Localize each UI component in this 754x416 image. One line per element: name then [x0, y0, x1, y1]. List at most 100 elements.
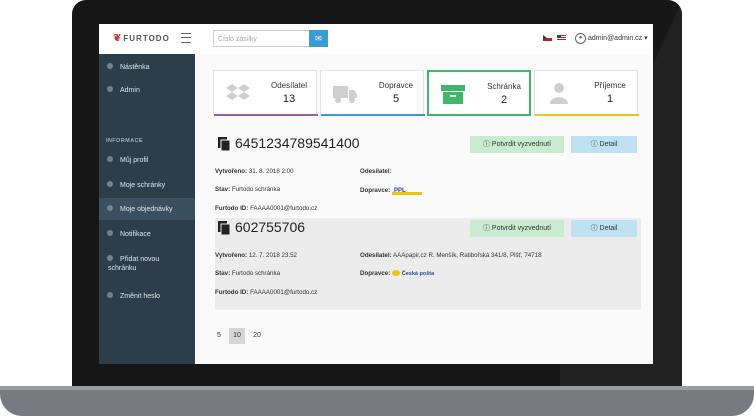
sidebar-item-label: Moje schránky: [120, 182, 166, 189]
sidebar-item-label: Přidat novou schránku: [108, 256, 160, 272]
page-size-10[interactable]: 10: [229, 328, 245, 344]
orders-icon: [107, 205, 113, 211]
package-id: 6451234789541400: [235, 135, 360, 151]
box-icon: [441, 85, 465, 104]
search-input[interactable]: Číslo zásilky: [213, 30, 309, 47]
ceska-posta-logo: Česká pošta: [392, 270, 434, 277]
card-count: 2: [500, 94, 508, 106]
lock-icon: [107, 292, 113, 298]
truck-icon: [333, 86, 357, 103]
card-accent-bar: [214, 114, 318, 116]
profile-icon: [107, 156, 113, 162]
confirm-pickup-button[interactable]: ⓘ Potvrdit vyzvednutí: [470, 136, 564, 153]
sidebar-item-objednavky[interactable]: Moje objednávky: [99, 198, 195, 220]
field-label: Vytvořeno:: [215, 168, 248, 175]
card-count: 5: [392, 93, 400, 105]
envelope-icon: ✉: [315, 34, 322, 43]
field-label: Furtodo ID:: [215, 289, 249, 296]
info-circle-icon: ⓘ: [590, 225, 598, 232]
top-bar: ❦FURTODO Číslo zásilky ✉ ● admin@admin.c…: [99, 24, 653, 55]
furtodo-id-value: FAAAA0001@furtodo.cz: [250, 289, 318, 296]
sidebar-item-profil[interactable]: Můj profil: [99, 149, 195, 171]
user-avatar-icon[interactable]: ●: [575, 33, 586, 44]
created-row: Vytvořeno: 12. 7. 2018 23:52: [215, 252, 297, 259]
boxes-icon: [107, 181, 113, 187]
button-label: Detail: [599, 141, 618, 148]
card-count: 13: [282, 93, 296, 105]
sender-row: Odesílatel:: [360, 168, 392, 175]
user-email: admin@admin.cz: [588, 35, 643, 42]
sidebar-item-schranky[interactable]: Moje schránky: [99, 174, 195, 196]
created-value: 12. 7. 2018 23:52: [248, 252, 297, 259]
carrier-row: Dopravce: Česká pošta: [360, 270, 434, 277]
document-icon: [218, 221, 231, 235]
field-label: Stav:: [215, 270, 231, 277]
person-icon: [550, 83, 568, 104]
button-label: Detail: [599, 225, 618, 232]
card-accent-bar: [535, 114, 639, 116]
button-label: Potvrdit vyzvednutí: [491, 225, 552, 232]
logo-leaf-icon: ❦: [113, 33, 123, 44]
card-odesilatel[interactable]: Odesílatel 13: [213, 70, 318, 116]
search-button[interactable]: ✉: [309, 30, 328, 47]
field-label: Odesílatel:: [360, 252, 392, 259]
furtodo-id-row: Furtodo ID: FAAAA0001@furtodo.cz: [215, 205, 317, 212]
laptop-base: [0, 386, 754, 416]
state-row: Stav: Furtodo schránka: [215, 270, 280, 277]
sidebar-item-label: Můj profil: [120, 157, 149, 164]
package-id: 602755706: [235, 219, 306, 235]
app-screen: ❦FURTODO Číslo zásilky ✉ ● admin@admin.c…: [99, 24, 653, 364]
furtodo-id-row: Furtodo ID: FAAAA0001@furtodo.cz: [215, 289, 317, 296]
card-count: 1: [606, 93, 614, 105]
card-title: Příjemce: [594, 81, 626, 90]
card-title: Dopravce: [378, 81, 414, 90]
card-accent-bar: [321, 114, 425, 116]
logo[interactable]: ❦FURTODO: [113, 33, 170, 44]
document-icon: [218, 137, 231, 151]
detail-button[interactable]: ⓘ Detail: [571, 220, 637, 237]
detail-button[interactable]: ⓘ Detail: [571, 136, 637, 153]
card-title: Schránka: [487, 82, 521, 91]
state-value: Furtodo schránka: [231, 270, 281, 277]
state-row: Stav: Furtodo schránka: [215, 186, 280, 193]
card-schranka[interactable]: Schránka 2: [427, 70, 531, 116]
sidebar-item-zmenit-heslo[interactable]: Změnit heslo: [99, 285, 195, 307]
created-row: Vytvořeno: 31. 8. 2018 2:00: [215, 168, 294, 175]
page-size-5[interactable]: 5: [211, 328, 227, 344]
field-label: Stav:: [215, 186, 231, 193]
sidebar-item-pridat-schranku[interactable]: Přidat novou schránku: [99, 248, 195, 278]
field-label: Dopravce:: [360, 270, 391, 278]
info-circle-icon: ⓘ: [482, 141, 490, 148]
sidebar-item-nastenka[interactable]: Nástěnka: [99, 56, 195, 78]
svg-text:PPL: PPL: [394, 188, 406, 194]
user-menu[interactable]: admin@admin.cz ▾: [588, 34, 648, 42]
field-label: Odesílatel:: [360, 168, 392, 175]
card-prijemce[interactable]: Příjemce 1: [534, 70, 639, 116]
caret-down-icon: ▾: [644, 35, 648, 42]
package-item: 602755706 ⓘ Potvrdit vyzvednutí ⓘ Detail…: [215, 218, 641, 310]
page-size-20[interactable]: 20: [249, 328, 265, 344]
field-label: Vytvořeno:: [215, 252, 248, 259]
menu-toggle-icon[interactable]: [181, 33, 191, 43]
us-flag-icon[interactable]: [557, 35, 566, 41]
info-circle-icon: ⓘ: [590, 141, 598, 148]
user-icon: [107, 86, 113, 92]
confirm-pickup-button[interactable]: ⓘ Potvrdit vyzvednutí: [470, 220, 564, 237]
sender-value: AAApapir.cz R. Menšík, Ratibořská 341/8,…: [393, 252, 542, 259]
card-title: Odesílatel: [270, 81, 308, 90]
field-label: Furtodo ID:: [215, 205, 249, 212]
czech-flag-icon[interactable]: [543, 35, 552, 41]
page-size-label: 5: [217, 332, 221, 339]
sender-row: Odesílatel: AAApapir.cz R. Menšík, Ratib…: [360, 252, 542, 259]
sidebar-item-notifikace[interactable]: Notifikace: [99, 223, 195, 245]
sidebar-item-admin[interactable]: Admin: [99, 79, 195, 101]
furtodo-id-value: FAAAA0001@furtodo.cz: [250, 205, 318, 212]
logo-text: FURTODO: [123, 34, 170, 43]
sidebar-section-header: INFORMACE: [106, 138, 143, 144]
dropbox-icon: [226, 84, 250, 100]
dashboard-icon: [107, 63, 113, 69]
sidebar-item-label: Admin: [120, 87, 140, 94]
sidebar-item-label: Změnit heslo: [120, 293, 161, 300]
card-dopravce[interactable]: Dopravce 5: [320, 70, 425, 116]
state-value: Furtodo schránka: [231, 186, 281, 193]
